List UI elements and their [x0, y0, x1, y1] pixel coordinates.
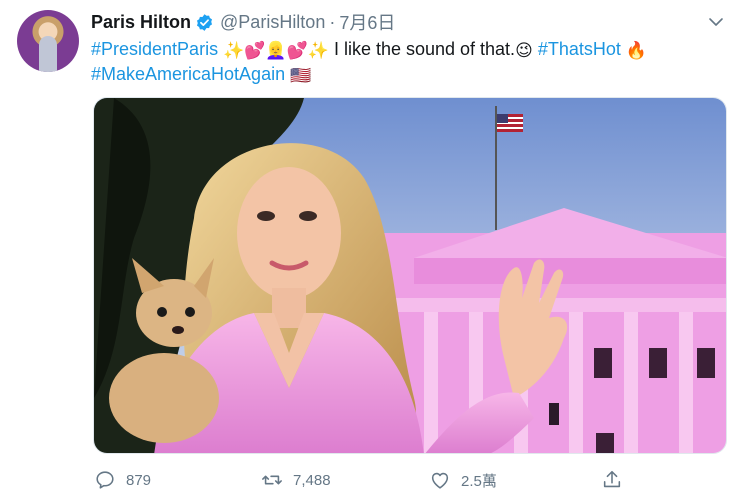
tweet-actions: 879 7,488 2.5萬: [91, 466, 651, 494]
emoji-sparkles-hearts: ✨💕👱‍♀️💕✨: [223, 41, 329, 60]
hashtag-thats-hot[interactable]: #ThatsHot: [538, 39, 621, 59]
share-icon: [603, 470, 621, 488]
reply-icon: [96, 471, 114, 489]
emoji-us-flag: 🇺🇸: [290, 66, 312, 85]
verified-badge-icon: [197, 13, 213, 31]
reply-button[interactable]: 879: [94, 469, 151, 491]
chevron-down-icon[interactable]: [708, 14, 724, 30]
hashtag-president-paris[interactable]: #PresidentParis: [91, 39, 218, 59]
share-button[interactable]: [601, 469, 633, 491]
retweet-button[interactable]: 7,488: [261, 469, 331, 491]
retweet-icon: [262, 475, 282, 485]
reply-count: 879: [126, 471, 152, 489]
like-button[interactable]: 2.5萬: [429, 469, 497, 491]
header-separator: ·: [329, 11, 336, 32]
tweet-date[interactable]: 7月6日: [339, 9, 395, 35]
author-name[interactable]: Paris Hilton: [91, 12, 191, 33]
hashtag-make-america-hot-again[interactable]: #MakeAmericaHotAgain: [91, 64, 285, 84]
tweet-text: #PresidentParis ✨💕👱‍♀️💕✨ I like the soun…: [91, 37, 711, 87]
tweet-body-text: I like the sound of that.: [328, 39, 516, 59]
author-handle[interactable]: @ParisHilton: [220, 12, 325, 33]
tweet-header: Paris Hilton @ParisHilton · 7月6日: [91, 10, 395, 34]
emoji-wink: 😉: [515, 41, 533, 60]
heart-icon: [431, 472, 449, 489]
author-avatar[interactable]: [17, 10, 79, 72]
retweet-count: 7,488: [293, 471, 331, 489]
media-illustration: [94, 98, 726, 453]
emoji-fire: 🔥: [625, 41, 648, 60]
tweet-media-image[interactable]: [93, 97, 727, 454]
like-count: 2.5萬: [461, 472, 497, 490]
